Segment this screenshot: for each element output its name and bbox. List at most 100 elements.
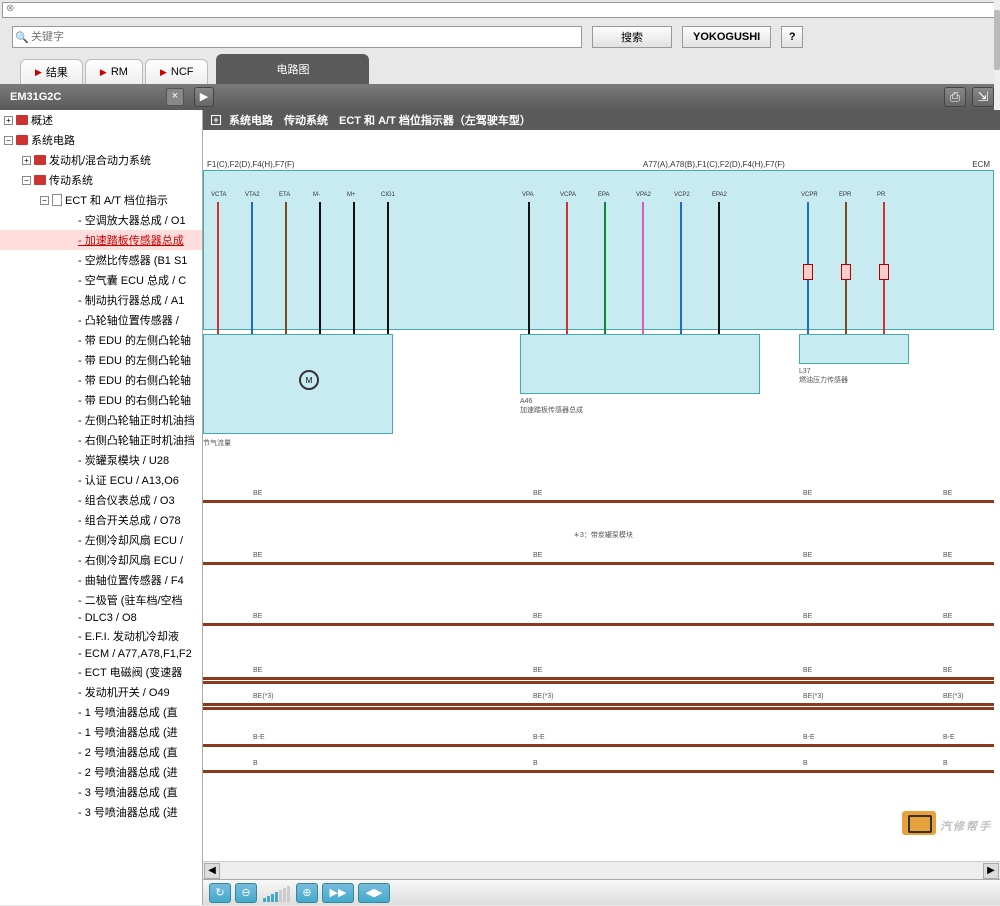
- pin-label: EPA: [598, 192, 610, 198]
- bus-label: BE(*3): [943, 693, 964, 700]
- tree-label: ECT 和 A/T 档位指示: [65, 192, 168, 208]
- tree-leaf[interactable]: - 空燃比传感器 (B1 S1: [0, 250, 202, 270]
- window-frame: ⊗: [2, 2, 998, 18]
- tree-node[interactable]: +概述: [0, 110, 202, 130]
- tree-leaf[interactable]: - 带 EDU 的左侧凸轮轴: [0, 350, 202, 370]
- expand-icon[interactable]: +: [22, 156, 31, 165]
- tree-leaf[interactable]: - 加速踏板传感器总成: [0, 230, 202, 250]
- search-button[interactable]: 搜索: [592, 26, 672, 48]
- tab-circuit[interactable]: 电路图: [216, 54, 369, 84]
- tab-label: 结果: [46, 64, 68, 80]
- crumb-text: 系统电路 传动系统 ECT 和 A/T 档位指示器（左驾驶车型）: [229, 112, 531, 128]
- zoom-in-button[interactable]: ⊕: [296, 883, 318, 903]
- tree-leaf[interactable]: - ECM / A77,A78,F1,F2: [0, 646, 202, 662]
- tab-ncf[interactable]: ▶NCF: [145, 59, 209, 84]
- collapse-icon[interactable]: −: [4, 136, 13, 145]
- fast-fwd-button[interactable]: ▶▶: [322, 883, 354, 903]
- tree-label: 发动机/混合动力系统: [49, 152, 151, 168]
- play-button[interactable]: ▶: [194, 87, 214, 107]
- search-input[interactable]: [31, 31, 581, 43]
- tree-node[interactable]: + 发动机/混合动力系统: [0, 150, 202, 170]
- tree-leaf[interactable]: - 制动执行器总成 / A1: [0, 290, 202, 310]
- bus-label: BE: [533, 667, 542, 674]
- chevron-icon: ▶: [35, 67, 42, 78]
- tab-rm[interactable]: ▶RM: [85, 59, 143, 84]
- tree-leaf[interactable]: - 空调放大器总成 / O1: [0, 210, 202, 230]
- page-nav-button[interactable]: ◀▶: [358, 883, 390, 903]
- export-icon[interactable]: ⇲: [972, 87, 994, 107]
- panel-close-button[interactable]: ×: [166, 88, 184, 106]
- bus-label: BE: [533, 490, 542, 497]
- tree-leaf[interactable]: - 2 号喷油器总成 (进: [0, 762, 202, 782]
- tree-leaf[interactable]: - 空气囊 ECU 总成 / C: [0, 270, 202, 290]
- tree-leaf[interactable]: - 带 EDU 的右侧凸轮轴: [0, 390, 202, 410]
- bus-line: [203, 677, 994, 680]
- pin-label: VPA2: [636, 192, 651, 198]
- tree-leaf[interactable]: - 凸轮轴位置传感器 /: [0, 310, 202, 330]
- viewer-toolbar: ↻ ⊖ ⊕ ▶▶ ◀▶: [203, 879, 1000, 905]
- pin-label: CIG1: [381, 192, 395, 198]
- bus-label: BE: [253, 552, 262, 559]
- tree-leaf[interactable]: - 带 EDU 的右侧凸轮轴: [0, 370, 202, 390]
- tree-leaf[interactable]: - 组合仪表总成 / O3: [0, 490, 202, 510]
- wiring-diagram[interactable]: F1(C),F2(D),F4(H),F7(F) A77(A),A78(B),F1…: [203, 130, 1000, 861]
- search-icon: 🔍: [13, 31, 31, 44]
- tree-leaf[interactable]: - 3 号喷油器总成 (进: [0, 802, 202, 822]
- h-scrollbar[interactable]: ◀ ▶: [203, 861, 1000, 879]
- search-box[interactable]: 🔍: [12, 26, 582, 48]
- wire: [319, 202, 321, 334]
- tab-results[interactable]: ▶ 结果: [20, 59, 83, 84]
- tree-leaf[interactable]: - 3 号喷油器总成 (直: [0, 782, 202, 802]
- tree-leaf[interactable]: - 曲轴位置传感器 / F4: [0, 570, 202, 590]
- tree-node[interactable]: −传动系统: [0, 170, 202, 190]
- scroll-right-icon[interactable]: ▶: [983, 863, 999, 879]
- expand-icon[interactable]: +: [4, 116, 13, 125]
- tree-leaf[interactable]: - 1 号喷油器总成 (直: [0, 702, 202, 722]
- tree-leaf[interactable]: - 1 号喷油器总成 (进: [0, 722, 202, 742]
- tree-leaf[interactable]: - 右侧凸轮轴正时机油挡: [0, 430, 202, 450]
- brand-button[interactable]: YOKOGUSHI: [682, 26, 771, 48]
- tree-leaf[interactable]: - DLC3 / O8: [0, 610, 202, 626]
- box-c-label: L37 燃油压力传感器: [799, 368, 848, 385]
- tree-leaf[interactable]: - 2 号喷油器总成 (直: [0, 742, 202, 762]
- bus-label: BE: [533, 613, 542, 620]
- tree-leaf[interactable]: - 左侧冷却风扇 ECU /: [0, 530, 202, 550]
- tree-leaf[interactable]: - 二极管 (驻车档/空档: [0, 590, 202, 610]
- zoom-level[interactable]: [263, 884, 290, 902]
- expand-icon[interactable]: +: [211, 115, 221, 125]
- tree-leaf[interactable]: - 右侧冷却风扇 ECU /: [0, 550, 202, 570]
- tree-leaf[interactable]: - 炭罐泵模块 / U28: [0, 450, 202, 470]
- print-icon[interactable]: ⎙: [944, 87, 966, 107]
- tree-leaf[interactable]: - 认证 ECU / A13,O6: [0, 470, 202, 490]
- help-button[interactable]: ?: [781, 26, 803, 48]
- refresh-button[interactable]: ↻: [209, 883, 231, 903]
- bus-line: [203, 562, 994, 565]
- tree-leaf[interactable]: - E.F.I. 发动机冷却液: [0, 626, 202, 646]
- tree-leaf[interactable]: - 发动机开关 / O49: [0, 682, 202, 702]
- tree-leaf[interactable]: - 带 EDU 的左侧凸轮轴: [0, 330, 202, 350]
- pin-label: VCPR: [801, 192, 818, 198]
- pin-label: VCPA: [560, 192, 576, 198]
- main: +概述 −系统电路 + 发动机/混合动力系统 −传动系统 − ECT 和 A/T 档…: [0, 110, 1000, 905]
- scroll-left-icon[interactable]: ◀: [204, 863, 220, 879]
- tree-node[interactable]: −系统电路: [0, 130, 202, 150]
- tree-leaf[interactable]: - ECT 电磁阀 (变速器: [0, 662, 202, 682]
- collapse-icon[interactable]: −: [22, 176, 31, 185]
- ecm-conn-right: A77(A),A78(B),F1(C),F2(D),F4(H),F7(F): [643, 160, 785, 169]
- tabs-row: ▶ 结果 ▶RM ▶NCF 电路图: [0, 54, 1000, 84]
- bus-label: BE: [803, 490, 812, 497]
- bus-label: B-E: [803, 734, 815, 741]
- collapse-icon[interactable]: −: [40, 196, 49, 205]
- book-icon: [34, 175, 46, 185]
- tree-leaf[interactable]: - 左侧凸轮轴正时机油挡: [0, 410, 202, 430]
- tree-node[interactable]: − ECT 和 A/T 档位指示: [0, 190, 202, 210]
- wire: [604, 202, 606, 334]
- bus-line: [203, 744, 994, 747]
- bus-label: BE(*3): [803, 693, 824, 700]
- tree-leaf[interactable]: - 组合开关总成 / O78: [0, 510, 202, 530]
- bus-line: [203, 770, 994, 773]
- bus-label: BE: [943, 490, 952, 497]
- fuel-press-box: [799, 334, 909, 364]
- bus-label: BE: [943, 667, 952, 674]
- zoom-out-button[interactable]: ⊖: [235, 883, 257, 903]
